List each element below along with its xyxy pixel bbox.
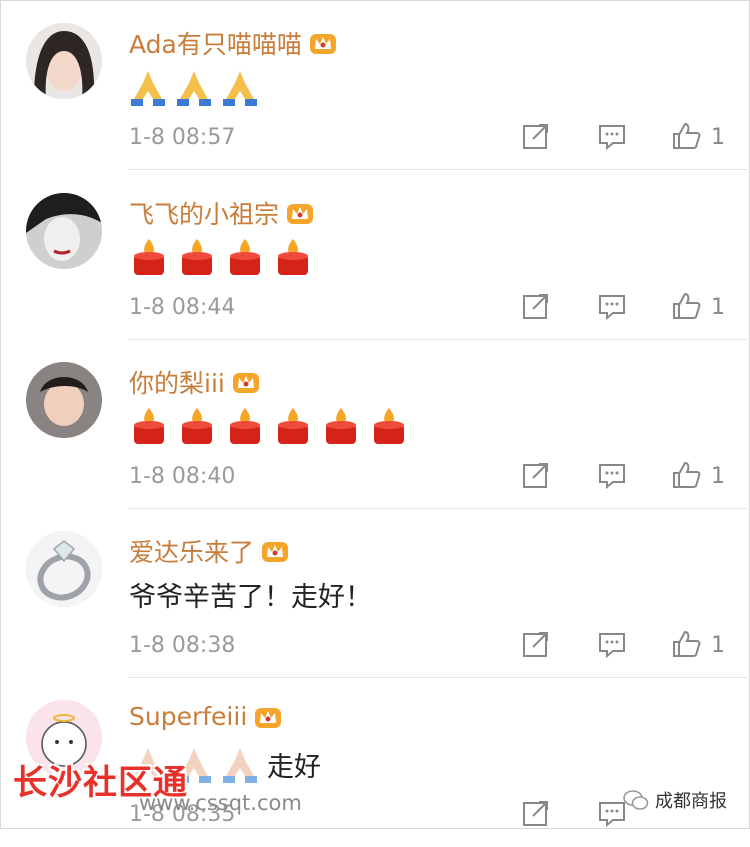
crown-icon <box>287 204 314 224</box>
username-text[interactable]: 飞飞的小祖宗 <box>129 195 279 231</box>
comment-content: 爷爷辛苦了！走好！ <box>129 575 372 614</box>
username-text[interactable]: 你的梨iii <box>129 364 225 400</box>
crown-icon <box>232 373 259 393</box>
comment-list: Ada有只喵喵喵 1-8 08:57 1 飞飞的小祖宗 1-8 08:44 1 … <box>0 0 750 829</box>
share-icon[interactable] <box>521 121 551 151</box>
avatar[interactable] <box>26 23 102 99</box>
comment-content <box>129 406 417 446</box>
crown-icon <box>262 542 289 562</box>
username-text[interactable]: Superfeiii <box>129 702 247 731</box>
candle-icon <box>278 239 308 275</box>
candle-icon <box>230 408 260 444</box>
watermark-url: www.cssqt.com <box>139 791 302 815</box>
folded-hands-icon <box>223 71 257 106</box>
thumbs-up-icon[interactable] <box>671 291 701 321</box>
brand: 成都商报 <box>623 787 727 813</box>
share-icon[interactable] <box>521 629 551 659</box>
thumbs-up-icon[interactable] <box>671 460 701 490</box>
candle-icon <box>374 408 404 444</box>
candle-icon <box>278 408 308 444</box>
avatar[interactable] <box>26 531 102 607</box>
candle-icon <box>230 239 260 275</box>
folded-hands-icon <box>177 71 211 106</box>
thumbs-up-icon[interactable] <box>671 121 701 151</box>
comment-icon[interactable] <box>597 291 627 321</box>
username[interactable]: 你的梨iii <box>129 364 261 400</box>
avatar[interactable] <box>26 193 102 269</box>
username-text[interactable]: Ada有只喵喵喵 <box>129 25 302 61</box>
share-icon[interactable] <box>521 798 551 828</box>
comment-content <box>129 67 267 107</box>
comment-item: 你的梨iii 1-8 08:40 1 <box>1 340 750 509</box>
username[interactable]: 爱达乐来了 <box>129 533 290 569</box>
comment-item: Ada有只喵喵喵 1-8 08:57 1 <box>1 1 750 170</box>
like-count: 1 <box>711 464 725 489</box>
comment-item: 飞飞的小祖宗 1-8 08:44 1 <box>1 171 750 340</box>
comment-text: 爷爷辛苦了！走好！ <box>129 582 372 613</box>
timestamp: 1-8 08:57 <box>129 125 236 150</box>
comment-content <box>129 237 321 277</box>
candle-icon <box>182 408 212 444</box>
brand-name: 成都商报 <box>655 791 727 812</box>
crown-icon <box>255 707 282 728</box>
comment-icon[interactable] <box>597 121 627 151</box>
wechat-icon <box>623 790 649 810</box>
candle-icon <box>326 408 356 444</box>
like-count: 1 <box>711 125 725 150</box>
comment-item: 爱达乐来了 爷爷辛苦了！走好！ 1-8 08:38 1 <box>1 509 750 678</box>
share-icon[interactable] <box>521 291 551 321</box>
timestamp: 1-8 08:38 <box>129 633 236 658</box>
username[interactable]: Ada有只喵喵喵 <box>129 25 338 61</box>
share-icon[interactable] <box>521 460 551 490</box>
candle-icon <box>134 408 164 444</box>
like-count: 1 <box>711 295 725 320</box>
timestamp: 1-8 08:44 <box>129 295 236 320</box>
username-text[interactable]: 爱达乐来了 <box>129 533 254 569</box>
divider <box>129 169 750 170</box>
username[interactable]: Superfeiii <box>129 702 283 731</box>
folded-hands-icon <box>223 748 257 783</box>
comment-icon[interactable] <box>597 629 627 659</box>
crown-icon <box>309 34 336 54</box>
candle-icon <box>134 239 164 275</box>
avatar[interactable] <box>26 362 102 438</box>
like-count: 1 <box>711 633 725 658</box>
thumbs-up-icon[interactable] <box>671 629 701 659</box>
folded-hands-icon <box>131 71 165 106</box>
username[interactable]: 飞飞的小祖宗 <box>129 195 315 231</box>
comment-text: 走好 <box>267 751 321 783</box>
timestamp: 1-8 08:40 <box>129 464 236 489</box>
comment-icon[interactable] <box>597 460 627 490</box>
candle-icon <box>182 239 212 275</box>
